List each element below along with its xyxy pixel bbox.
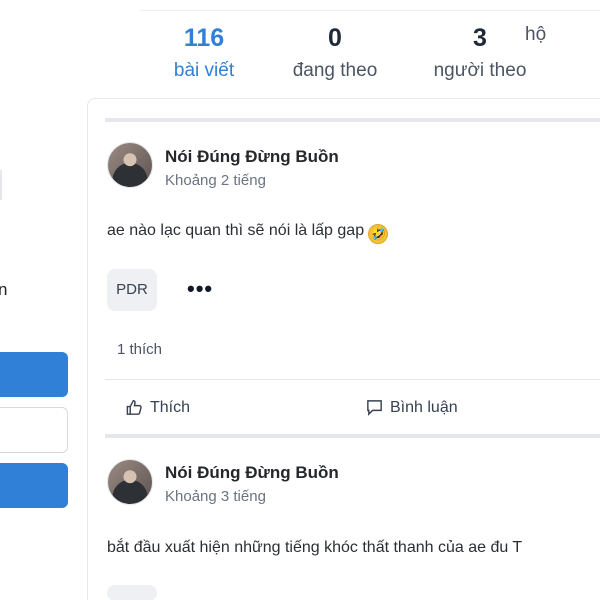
stat-posts-count: 116 [183, 24, 225, 52]
post-divider [105, 379, 600, 380]
post-top-border [105, 434, 600, 438]
post-card: Nói Đúng Đừng Buồn Khoảng 2 tiếng ae nào… [105, 118, 600, 440]
post-content: ae nào lạc quan thì sẽ nói là lấp gap 🤣 [107, 222, 389, 244]
left-primary-button-2[interactable] [0, 463, 68, 508]
left-outline-button[interactable] [0, 407, 68, 453]
author-name[interactable]: Nói Đúng Đừng Buồn [165, 147, 339, 167]
post-top-border [105, 118, 600, 122]
more-options-icon[interactable]: ••• [187, 276, 213, 302]
stat-posts[interactable]: 116 bài viết [144, 20, 264, 86]
post-time: Khoảng 2 tiếng [165, 172, 266, 189]
stat-following[interactable]: 0 đang theo [275, 20, 395, 86]
laughing-emoji-icon: 🤣 [368, 224, 389, 244]
stat-groups-label: hộ [525, 24, 547, 45]
left-primary-button-1[interactable] [0, 352, 68, 397]
post-time: Khoảng 3 tiếng [165, 488, 266, 505]
stat-followers-count: 3 [473, 24, 487, 52]
author-name[interactable]: Nói Đúng Đừng Buồn [165, 463, 339, 483]
left-sidebar: n [0, 0, 70, 600]
stat-groups[interactable]: hộ [525, 20, 600, 50]
stat-followers-label: người theo [433, 60, 527, 81]
post-tag-partial[interactable] [107, 585, 157, 600]
stat-posts-label: bài viết [173, 60, 235, 81]
like-count[interactable]: 1 thích [117, 341, 162, 358]
left-sidebar-text: n [0, 280, 8, 299]
post-card: Nói Đúng Đừng Buồn Khoảng 3 tiếng bắt đầ… [105, 434, 600, 600]
profile-stats: 116 bài viết 0 đang theo 3 người theo hộ [150, 20, 600, 90]
like-button[interactable]: Thích [125, 398, 190, 417]
top-divider [140, 10, 600, 11]
stat-following-count: 0 [328, 24, 342, 52]
like-label: Thích [150, 398, 191, 416]
thumbs-up-icon [126, 399, 142, 415]
comment-icon [367, 400, 382, 416]
post-text: ae nào lạc quan thì sẽ nói là lấp gap [107, 222, 365, 239]
post-tag[interactable]: PDR [107, 269, 157, 311]
stat-followers[interactable]: 3 người theo [420, 20, 540, 86]
post-content: bắt đầu xuất hiện những tiếng khóc thất … [107, 539, 523, 556]
stat-following-label: đang theo [292, 60, 378, 81]
author-avatar[interactable] [107, 459, 153, 505]
comment-label: Bình luận [390, 398, 458, 416]
left-side-marker [0, 170, 2, 200]
comment-button[interactable]: Bình luận [365, 398, 458, 417]
author-avatar[interactable] [107, 142, 153, 188]
